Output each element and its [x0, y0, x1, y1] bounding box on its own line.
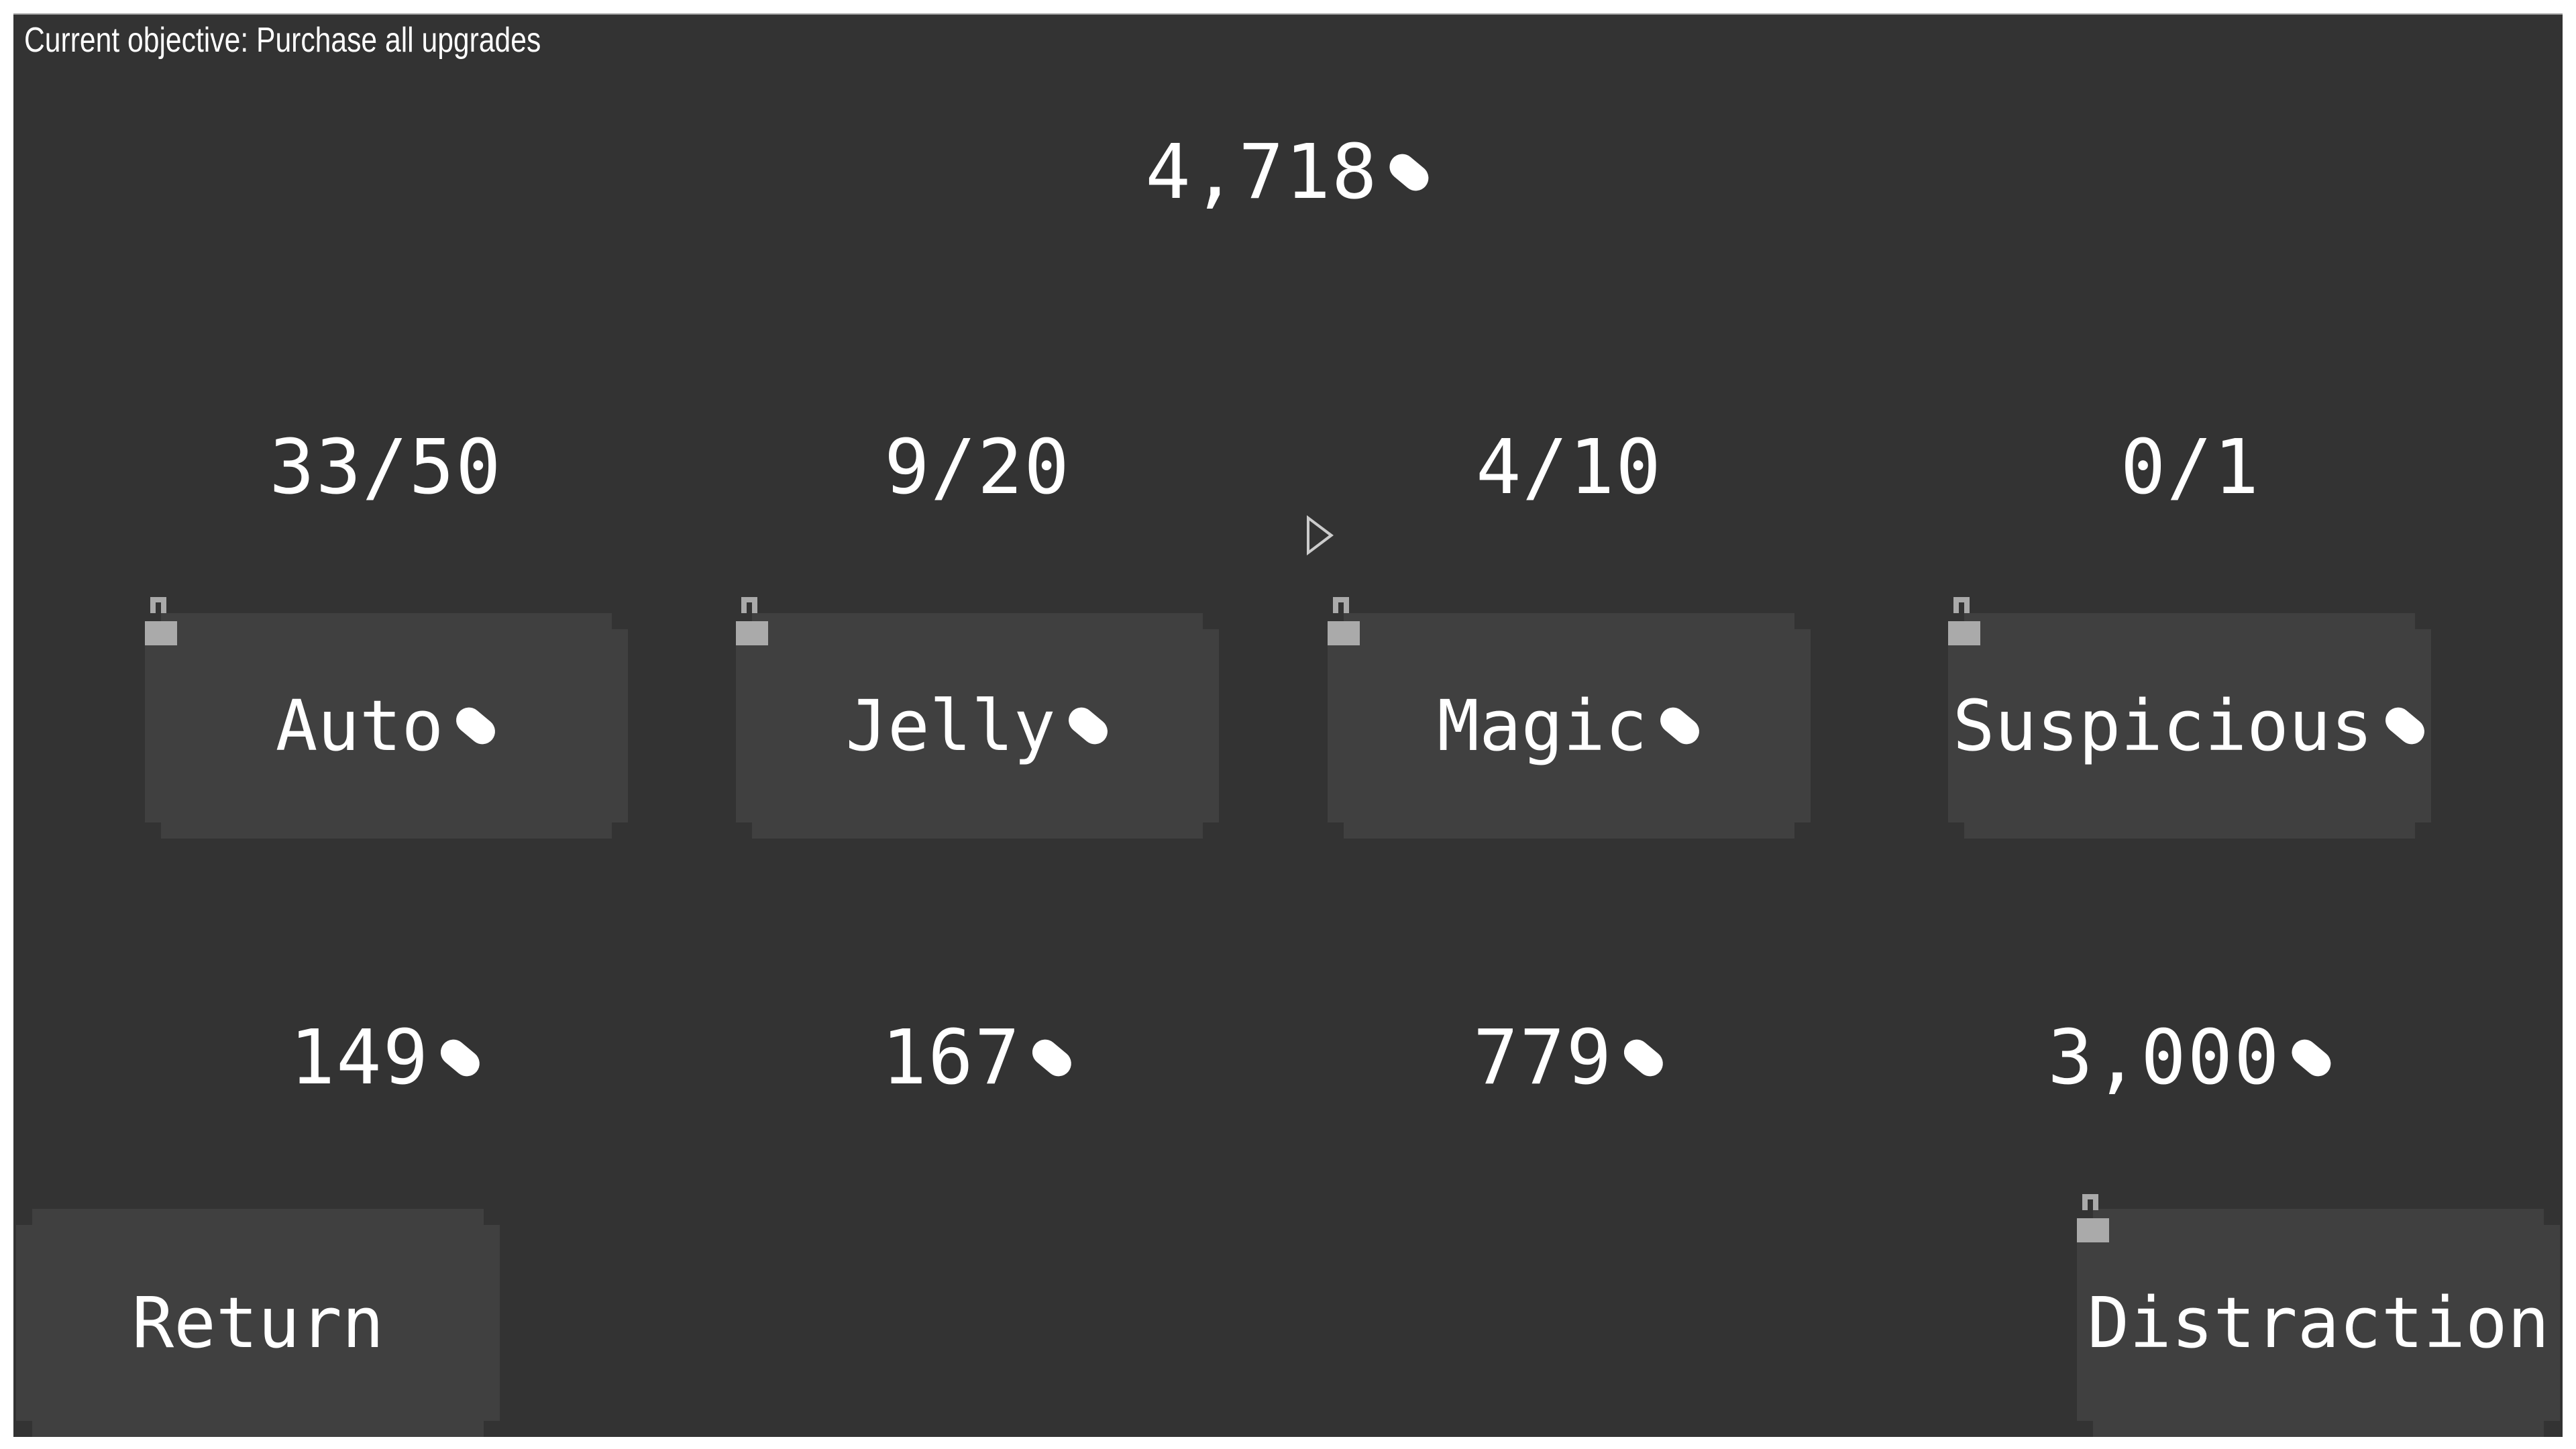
price-value: 167 — [881, 1014, 1022, 1102]
upgrade-price-auto: 149 — [289, 1014, 485, 1102]
upgrade-label: Auto — [275, 685, 444, 767]
bean-icon — [1384, 148, 1434, 197]
return-button[interactable]: Return — [16, 1209, 500, 1437]
bean-icon — [435, 1034, 485, 1082]
upgrade-count-jelly: 9/20 — [884, 424, 1071, 511]
upgrade-count-magic: 4/10 — [1476, 424, 1662, 511]
bean-icon — [1619, 1034, 1668, 1082]
lock-icon — [1328, 597, 1360, 645]
bean-icon — [2286, 1034, 2337, 1082]
mouse-cursor — [1307, 515, 1334, 555]
upgrade-label: Jelly — [845, 685, 1056, 767]
bean-icon — [451, 702, 500, 750]
lock-icon — [145, 597, 177, 645]
distraction-button[interactable]: Distraction — [2077, 1209, 2560, 1437]
upgrade-price-jelly: 167 — [881, 1014, 1077, 1102]
bean-icon — [1027, 1034, 1077, 1082]
bean-icon — [2380, 702, 2430, 750]
upgrade-label: Suspicious — [1952, 685, 2373, 767]
upgrade-button-auto[interactable]: Auto — [145, 613, 628, 839]
return-label: Return — [131, 1282, 384, 1364]
distraction-label: Distraction — [2087, 1282, 2550, 1364]
upgrade-button-suspicious[interactable]: Suspicious — [1948, 613, 2431, 839]
upgrade-button-jelly[interactable]: Jelly — [736, 613, 1219, 839]
currency-total: 4,718 — [1145, 129, 1434, 216]
upgrade-count-suspicious: 0/1 — [2120, 424, 2261, 511]
bean-icon — [1654, 702, 1705, 750]
upgrade-label: Magic — [1437, 685, 1648, 767]
bean-icon — [1063, 702, 1113, 750]
currency-total-value: 4,718 — [1145, 129, 1379, 216]
lock-icon — [1948, 597, 1980, 645]
upgrade-button-magic[interactable]: Magic — [1328, 613, 1811, 839]
price-value: 779 — [1472, 1014, 1613, 1102]
game-panel: Current objective: Purchase all upgrades… — [13, 13, 2563, 1437]
upgrade-count-auto: 33/50 — [269, 424, 502, 511]
price-value: 3,000 — [2047, 1014, 2281, 1102]
price-value: 149 — [289, 1014, 430, 1102]
lock-icon — [736, 597, 768, 645]
upgrade-price-magic: 779 — [1472, 1014, 1668, 1102]
lock-icon — [2077, 1194, 2109, 1242]
upgrade-price-suspicious: 3,000 — [2047, 1014, 2337, 1102]
objective-text: Current objective: Purchase all upgrades — [24, 21, 541, 60]
